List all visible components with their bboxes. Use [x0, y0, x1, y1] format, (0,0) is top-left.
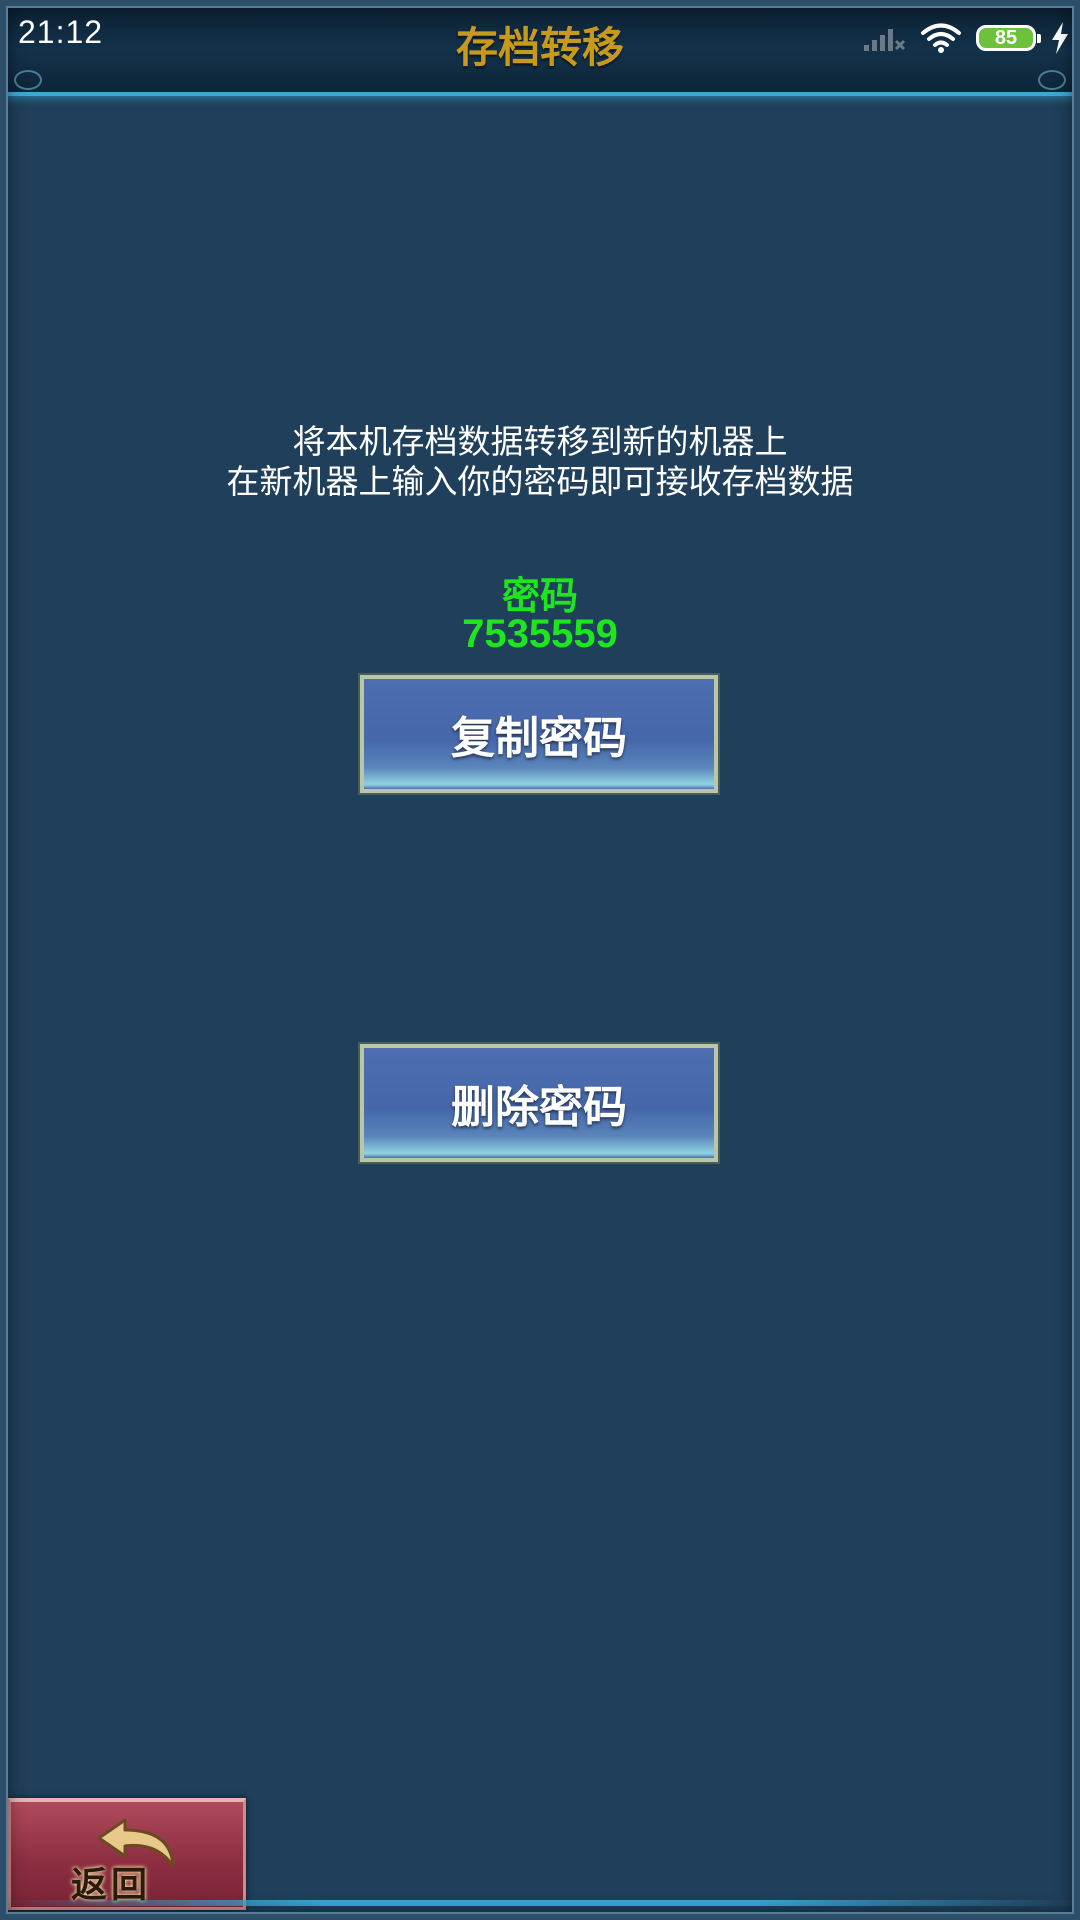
password-value: 7535559: [462, 612, 618, 656]
header-bar: 21:12 存档转移 85: [0, 0, 1080, 96]
bottom-divider: [0, 1900, 1080, 1906]
copy-password-button[interactable]: 复制密码: [358, 673, 720, 795]
description-line-1: 将本机存档数据转移到新的机器上: [292, 422, 788, 461]
screen-frame: [0, 0, 1080, 1920]
wifi-icon: [921, 23, 961, 53]
battery-icon: 85: [976, 25, 1041, 51]
back-button[interactable]: 返回: [8, 1798, 246, 1910]
description-line-2: 在新机器上输入你的密码即可接收存档数据: [226, 462, 854, 501]
charging-icon: [1052, 22, 1068, 54]
signal-icon: [864, 29, 906, 51]
save-transfer-screen: 21:12 存档转移 85 将本机存档数据转移到新的机器上 在新机器上输入你的密…: [0, 0, 1080, 1920]
battery-level: 85: [994, 27, 1018, 49]
status-icons: 85: [862, 18, 1070, 58]
delete-password-button[interactable]: 删除密码: [358, 1042, 720, 1164]
